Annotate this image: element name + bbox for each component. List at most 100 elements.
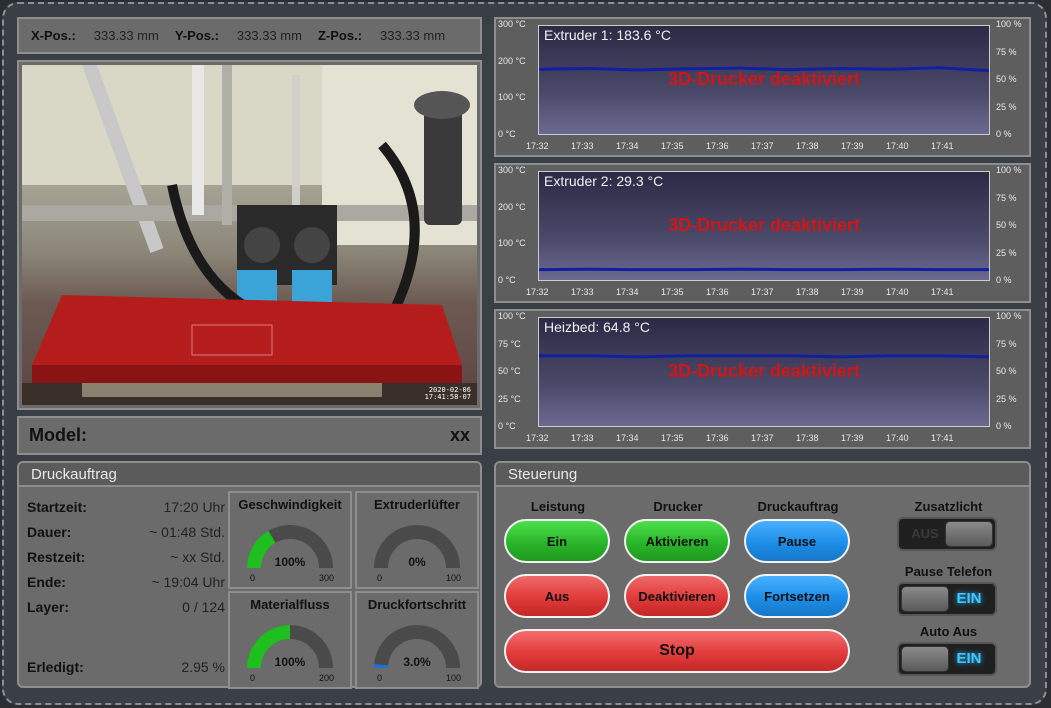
print-progress-gauge: Druckfortschritt 3.0% 0 100 bbox=[355, 591, 479, 689]
gauge-title: Materialfluss bbox=[250, 597, 330, 612]
y-tick-left: 100 °C bbox=[498, 311, 526, 321]
y-tick-left: 0 °C bbox=[498, 421, 516, 431]
deactivate-printer-button[interactable]: Deaktivieren bbox=[624, 574, 730, 618]
model-value: xx bbox=[449, 425, 470, 445]
job-stat-value: ~ xx Std. bbox=[170, 549, 225, 565]
job-stat-value: 17:20 Uhr bbox=[163, 499, 225, 515]
printer-photo bbox=[22, 65, 477, 405]
job-stat-value: 0 / 124 bbox=[182, 599, 225, 615]
x-tick: 17:37 bbox=[751, 433, 774, 443]
toggle-state: EIN bbox=[956, 590, 982, 607]
x-tick: 17:41 bbox=[931, 287, 954, 297]
gauge-max: 100 bbox=[445, 573, 461, 583]
control-title: Steuerung bbox=[496, 463, 1029, 487]
job-stat-key: Layer: bbox=[27, 599, 70, 615]
x-tick: 17:39 bbox=[841, 433, 864, 443]
gauge-value: 3.0% bbox=[403, 655, 431, 669]
x-tick: 17:33 bbox=[571, 433, 594, 443]
y-tick-right: 25 % bbox=[996, 247, 1017, 258]
webcam-timestamp: 2020-02-06 17:41:58-07 bbox=[425, 387, 471, 401]
toggle-knob[interactable] bbox=[901, 646, 949, 672]
y-tick-right: 75 % bbox=[996, 46, 1017, 57]
job-done-key: Erledigt: bbox=[27, 659, 84, 675]
power-on-button[interactable]: Ein bbox=[504, 519, 610, 563]
job-stat-value: ~ 19:04 Uhr bbox=[151, 574, 225, 590]
gauge-title: Geschwindigkeit bbox=[238, 497, 342, 512]
job-stat-key: Dauer: bbox=[27, 524, 72, 540]
gauge-value: 100% bbox=[274, 655, 306, 669]
pause-telefon-toggle[interactable]: EIN bbox=[897, 582, 997, 616]
gauge-title: Druckfortschritt bbox=[367, 597, 467, 612]
y-tick-right: 0 % bbox=[996, 421, 1012, 431]
job-stat-row: Startzeit: 17:20 Uhr bbox=[27, 495, 225, 520]
gauge-title: Extruderlüfter bbox=[374, 497, 460, 512]
x-tick: 17:37 bbox=[751, 287, 774, 297]
col-leistung: Leistung bbox=[530, 499, 586, 514]
model-label: Model: bbox=[29, 425, 87, 445]
y-tick-right: 0 % bbox=[996, 129, 1012, 139]
x-tick: 17:34 bbox=[616, 141, 639, 151]
job-stats: Startzeit: 17:20 Uhr Dauer: ~ 01:48 Std.… bbox=[27, 495, 225, 680]
y-tick-right: 50 % bbox=[996, 74, 1017, 84]
y-pos-label: Y-Pos.: bbox=[174, 28, 219, 43]
x-tick: 17:38 bbox=[796, 287, 819, 297]
y-tick-left: 300 °C bbox=[498, 165, 526, 175]
auto-aus-toggle[interactable]: EIN bbox=[897, 642, 997, 676]
webcam-time: 17:41:58-07 bbox=[424, 393, 471, 401]
job-stat-row: Restzeit: ~ xx Std. bbox=[27, 545, 225, 570]
print-job-title: Druckauftrag bbox=[19, 463, 480, 487]
toggle-state: EIN bbox=[956, 650, 982, 667]
y-tick-left: 0 °C bbox=[498, 129, 516, 139]
y-tick-left: 200 °C bbox=[498, 55, 526, 66]
toggle-state: AUS bbox=[911, 526, 939, 541]
y-tick-right: 50 % bbox=[996, 366, 1017, 376]
pause-button[interactable]: Pause bbox=[744, 519, 850, 563]
job-stat-key: Restzeit: bbox=[27, 549, 86, 565]
col-drucker: Drucker bbox=[653, 499, 703, 514]
y-tick-right: 100 % bbox=[996, 165, 1022, 175]
x-tick: 17:33 bbox=[571, 141, 594, 151]
z-pos-label: Z-Pos.: bbox=[317, 28, 363, 43]
resume-button[interactable]: Fortsetzen bbox=[744, 574, 850, 618]
extruder1-chart: Extruder 1: 183.6 °C 3D-Drucker deaktivi… bbox=[494, 17, 1031, 157]
job-done-value: 2.95 % bbox=[181, 659, 225, 675]
job-stat-key: Ende: bbox=[27, 574, 66, 590]
x-tick: 17:35 bbox=[661, 141, 684, 151]
control-panel: Steuerung Leistung Drucker Druckauftrag … bbox=[494, 461, 1031, 688]
x-tick: 17:40 bbox=[886, 433, 909, 443]
deactivated-overlay: 3D-Drucker deaktiviert bbox=[667, 69, 861, 89]
toggle-knob[interactable] bbox=[945, 521, 993, 547]
x-tick: 17:38 bbox=[796, 141, 819, 151]
x-tick: 17:36 bbox=[706, 287, 729, 297]
x-tick: 17:41 bbox=[931, 141, 954, 151]
zusatzlicht-toggle[interactable]: AUS bbox=[897, 517, 997, 551]
y-tick-left: 100 °C bbox=[498, 92, 526, 103]
power-off-button[interactable]: Aus bbox=[504, 574, 610, 618]
x-tick: 17:41 bbox=[931, 433, 954, 443]
x-tick: 17:37 bbox=[751, 141, 774, 151]
chart-title: Heizbed: 64.8 °C bbox=[544, 319, 650, 335]
x-pos-value: 333.33 mm bbox=[93, 28, 159, 43]
gauge-max: 300 bbox=[318, 573, 334, 583]
job-stat-value: ~ 01:48 Std. bbox=[149, 524, 225, 540]
x-tick: 17:32 bbox=[526, 287, 549, 297]
y-tick-right: 25 % bbox=[996, 393, 1017, 404]
gauge-min: 0 bbox=[250, 673, 256, 683]
x-tick: 17:34 bbox=[616, 433, 639, 443]
x-tick: 17:34 bbox=[616, 287, 639, 297]
toggle-knob[interactable] bbox=[901, 586, 949, 612]
x-tick: 17:38 bbox=[796, 433, 819, 443]
stop-button[interactable]: Stop bbox=[504, 629, 850, 673]
y-tick-right: 100 % bbox=[996, 311, 1022, 321]
x-tick: 17:33 bbox=[571, 287, 594, 297]
y-tick-left: 200 °C bbox=[498, 201, 526, 212]
y-tick-right: 100 % bbox=[996, 19, 1022, 29]
y-pos-value: 333.33 mm bbox=[236, 28, 302, 43]
x-tick: 17:39 bbox=[841, 287, 864, 297]
activate-printer-button[interactable]: Aktivieren bbox=[624, 519, 730, 563]
speed-gauge: Geschwindigkeit 100% 0 300 bbox=[228, 491, 352, 589]
zusatzlicht-label: Zusatzlicht bbox=[914, 499, 983, 514]
y-tick-left: 75 °C bbox=[498, 338, 521, 349]
y-tick-right: 75 % bbox=[996, 338, 1017, 349]
y-tick-left: 50 °C bbox=[498, 366, 521, 376]
